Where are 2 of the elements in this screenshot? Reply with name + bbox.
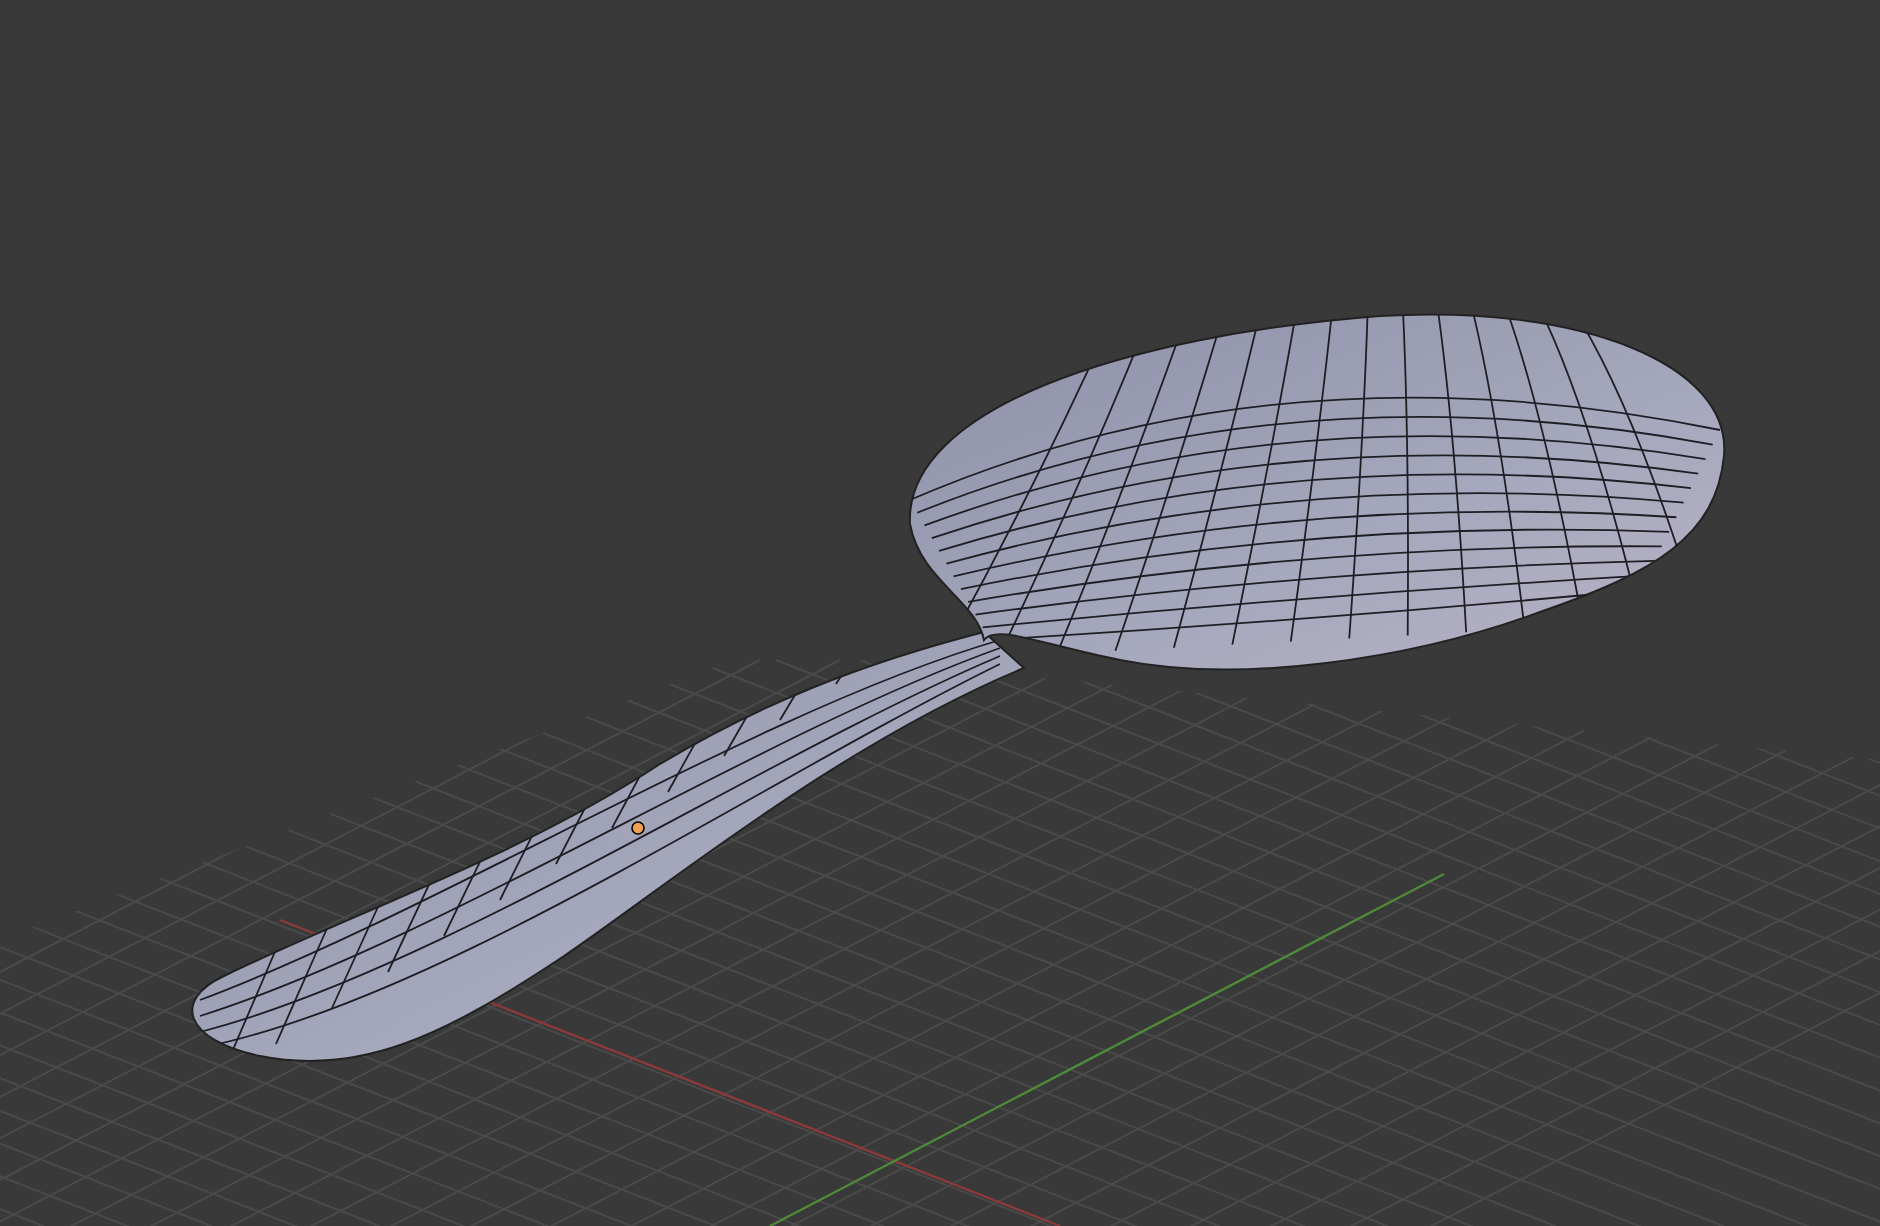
spoon-mesh-drawing[interactable] xyxy=(191,313,1725,1063)
3d-viewport[interactable] xyxy=(0,0,1880,1226)
